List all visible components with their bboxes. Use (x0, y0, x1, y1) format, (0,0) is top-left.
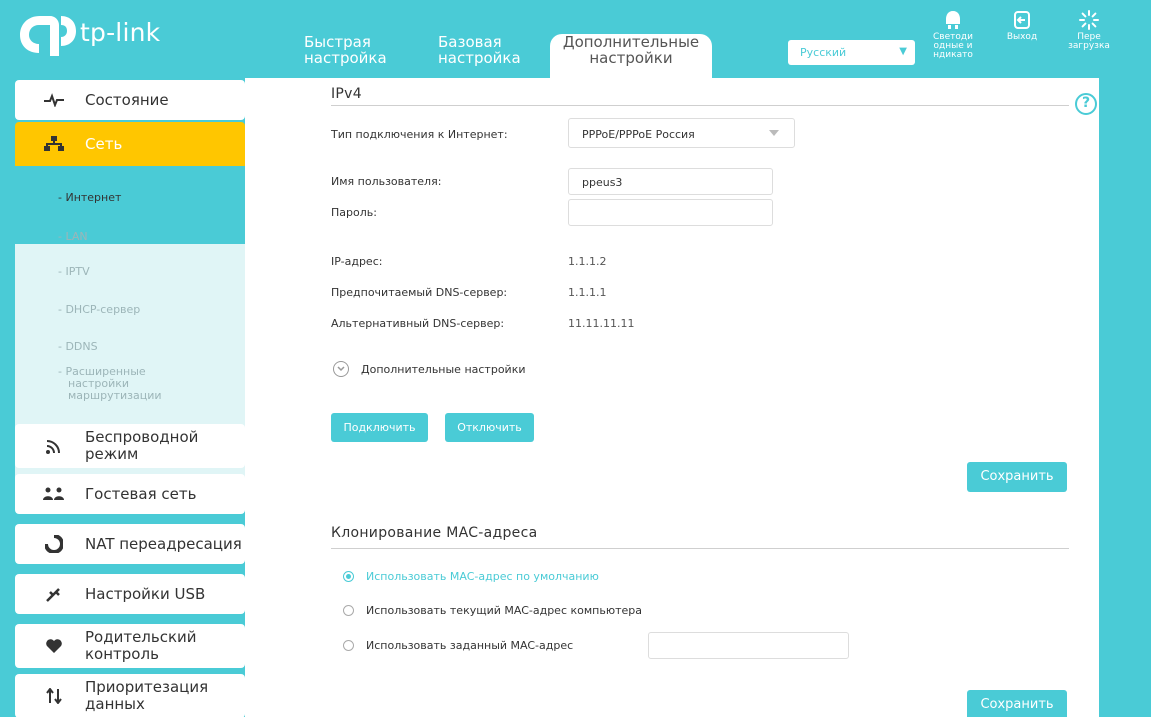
save-button-ipv4[interactable]: Сохранить (967, 462, 1067, 492)
mac-option-current-pc[interactable]: Использовать текущий MAC-адрес компьютер… (343, 604, 642, 617)
username-field[interactable]: ppeus3 (568, 168, 773, 195)
sidebar-subitem-lan[interactable]: - LAN (58, 231, 88, 243)
connection-type-label: Тип подключения к Интернет: (331, 128, 508, 141)
header-bar: tp-link Быстрая настройка Базовая настро… (0, 0, 1151, 78)
sidebar-item-parental[interactable]: Родительский контроль (15, 624, 245, 668)
logout-button[interactable]: Выход (994, 10, 1050, 42)
nat-icon (43, 533, 65, 555)
ip-address-label: IP-адрес: (331, 255, 383, 268)
reboot-label-2: загрузка (1068, 41, 1110, 51)
tp-link-logo: tp-link (14, 10, 160, 58)
heart-icon (43, 635, 65, 657)
sidebar-item-status[interactable]: Состояние (15, 80, 245, 120)
sidebar-item-network[interactable]: Сеть (15, 122, 245, 166)
custom-mac-field[interactable] (648, 632, 849, 659)
priority-arrows-icon (43, 685, 65, 707)
tab-quick-setup-line2: настройка (304, 49, 387, 67)
sidebar-item-label: Приоритезация данных (85, 678, 209, 713)
chevron-down-circle-icon (333, 361, 349, 377)
password-label: Пароль: (331, 206, 377, 219)
mac-option-default[interactable]: Использовать MAC-адрес по умолчанию (343, 570, 599, 583)
tab-advanced-setup[interactable]: Дополнительные настройки (550, 34, 712, 78)
sidebar-item-label: Родительский контроль (85, 628, 197, 663)
connection-type-value: PPPoE/PPPoE Россия (582, 128, 695, 141)
reboot-spinner-icon (1079, 10, 1099, 30)
logo-text: tp-link (80, 17, 161, 47)
tp-link-logo-icon (20, 16, 76, 56)
save-button-mac[interactable]: Сохранить (967, 690, 1067, 717)
sidebar-item-label: Гостевая сеть (85, 484, 197, 503)
usb-icon (43, 583, 65, 605)
ipv4-divider (331, 105, 1069, 106)
tab-advanced-setup-line2: настройки (589, 49, 673, 67)
main-content: IPv4 ? Тип подключения к Интернет: PPPoE… (245, 78, 1099, 717)
sidebar: Состояние Сеть - Интернет - LAN - IPTV -… (0, 78, 245, 717)
led-label-3: ндикато (933, 50, 973, 60)
network-icon (43, 133, 65, 155)
sidebar-item-label: Состояние (85, 90, 169, 109)
routing-label-3: маршрутизации (68, 389, 162, 402)
mac-clone-divider (331, 548, 1069, 549)
ipv4-section-title: IPv4 (331, 86, 362, 102)
disconnect-button[interactable]: Отключить (445, 413, 534, 442)
tab-basic-setup-line2: настройка (438, 49, 521, 67)
mac-option-label: Использовать MAC-адрес по умолчанию (366, 570, 599, 583)
sidebar-subitem-routing[interactable]: - Расширенные настройки маршрутизации (58, 366, 162, 402)
sidebar-item-qos[interactable]: Приоритезация данных (15, 674, 245, 717)
chevron-down-icon: ▼ (899, 46, 907, 57)
help-icon[interactable]: ? (1075, 93, 1097, 115)
caret-down-icon (769, 130, 779, 136)
reboot-button[interactable]: Пере загрузка (1061, 10, 1117, 51)
sidebar-subitem-dhcp[interactable]: - DHCP-сервер (58, 304, 140, 316)
mac-option-custom[interactable]: Использовать заданный MAC-адрес (343, 639, 573, 652)
secondary-dns-label: Альтернативный DNS-сервер: (331, 317, 505, 330)
language-value: Русский (800, 46, 847, 59)
advanced-settings-label: Дополнительные настройки (361, 362, 526, 376)
tab-quick-setup[interactable]: Быстрая настройка (304, 34, 388, 66)
sidebar-item-nat[interactable]: NAT переадресация (15, 524, 245, 564)
pulse-icon (43, 89, 65, 111)
sidebar-subitem-internet[interactable]: - Интернет (58, 192, 121, 204)
sidebar-item-label: Беспроводной режим (85, 428, 199, 463)
logout-icon (1014, 11, 1030, 29)
led-bulb-icon (946, 11, 960, 29)
password-field[interactable] (568, 199, 773, 226)
guest-users-icon (43, 483, 65, 505)
sidebar-item-label: Настройки USB (85, 584, 206, 603)
sidebar-subitem-ddns[interactable]: - DDNS (58, 341, 98, 353)
sidebar-item-usb[interactable]: Настройки USB (15, 574, 245, 614)
username-label: Имя пользователя: (331, 175, 442, 188)
sidebar-item-label: NAT переадресация (85, 534, 242, 553)
sidebar-item-wireless[interactable]: Беспроводной режим (15, 424, 245, 468)
led-button[interactable]: Светоди одные и ндикато (925, 10, 981, 60)
connect-button[interactable]: Подключить (331, 413, 428, 442)
mac-option-label: Использовать текущий MAC-адрес компьютер… (366, 604, 643, 617)
secondary-dns-value: 11.11.11.11 (568, 317, 635, 330)
connection-type-select[interactable]: PPPoE/PPPoE Россия (568, 118, 795, 148)
ip-address-value: 1.1.1.2 (568, 255, 607, 268)
radio-icon (343, 640, 354, 651)
mac-option-label: Использовать заданный MAC-адрес (366, 639, 574, 652)
tab-basic-setup[interactable]: Базовая настройка (438, 34, 528, 66)
mac-clone-section-title: Клонирование MAC-адреса (331, 525, 538, 541)
sidebar-item-label: Сеть (85, 134, 123, 153)
radio-selected-icon (343, 571, 354, 582)
wireless-icon (43, 435, 65, 457)
radio-icon (343, 605, 354, 616)
language-select[interactable]: Русский ▼ (788, 40, 915, 65)
tab-advanced-setup-line1: Дополнительные (562, 33, 700, 51)
logout-label: Выход (1006, 32, 1038, 42)
primary-dns-label: Предпочитаемый DNS-сервер: (331, 286, 508, 299)
advanced-settings-toggle[interactable]: Дополнительные настройки (333, 361, 526, 377)
primary-dns-value: 1.1.1.1 (568, 286, 607, 299)
sidebar-item-guest[interactable]: Гостевая сеть (15, 474, 245, 514)
sidebar-subitem-iptv[interactable]: - IPTV (58, 266, 90, 278)
